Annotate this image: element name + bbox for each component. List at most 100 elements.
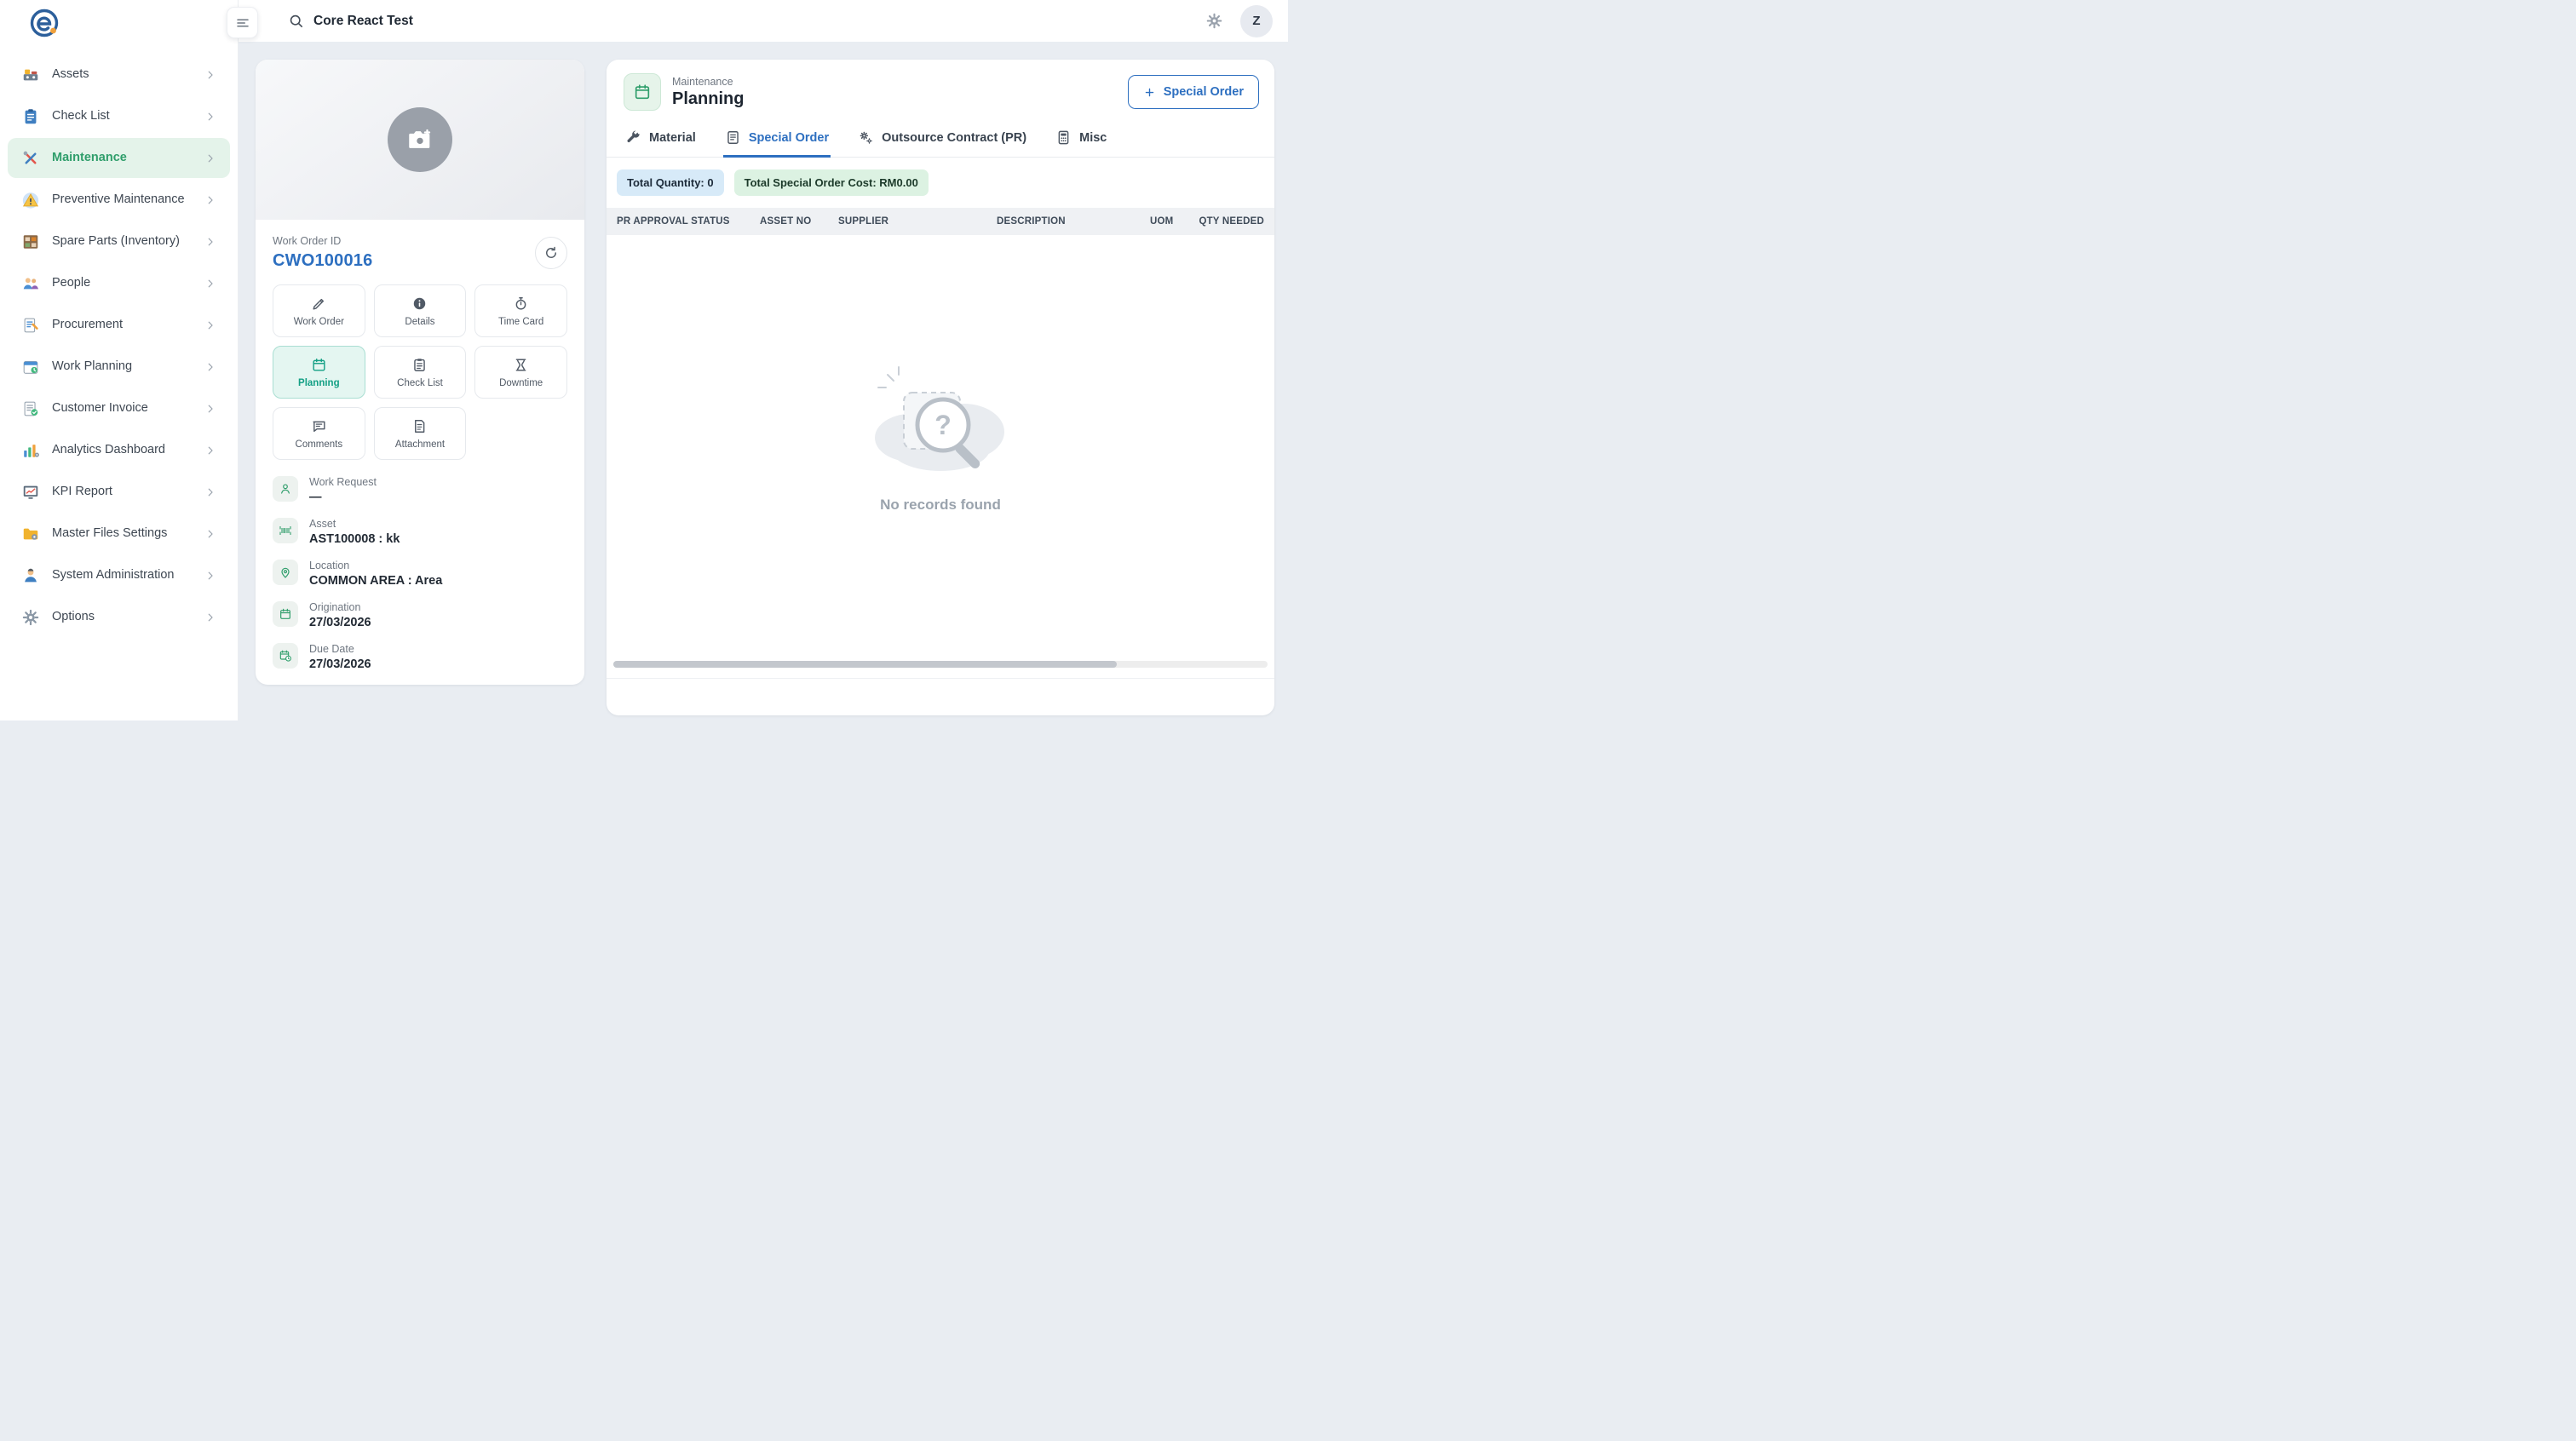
sidebar-item-spare-parts-inventory[interactable]: Spare Parts (Inventory): [8, 221, 230, 261]
spareparts-icon: [21, 233, 40, 251]
attachment-button[interactable]: Attachment: [374, 407, 467, 460]
masterfiles-icon: [21, 525, 40, 543]
app-logo[interactable]: [0, 0, 238, 46]
sidebar-item-system-administration[interactable]: System Administration: [8, 555, 230, 595]
admin-icon: [21, 566, 40, 585]
sidebar-item-preventive-maintenance[interactable]: Preventive Maintenance: [8, 180, 230, 220]
chevron-right-icon: [204, 319, 216, 331]
sidebar-item-kpi-report[interactable]: KPI Report: [8, 472, 230, 512]
chevron-right-icon: [204, 236, 216, 248]
sidebar-collapse-button[interactable]: [227, 7, 258, 38]
sidebar-item-maintenance[interactable]: Maintenance: [8, 138, 230, 178]
sidebar-item-check-list[interactable]: Check List: [8, 96, 230, 136]
global-search[interactable]: Core React Test: [288, 13, 1199, 29]
tab-special-order[interactable]: Special Order: [723, 121, 831, 158]
topbar: Core React Test Z: [239, 0, 1288, 42]
sidebar-item-people[interactable]: People: [8, 263, 230, 303]
add-special-order-label: Special Order: [1164, 85, 1244, 99]
sidebar-item-label: KPI Report: [52, 485, 193, 499]
tab-label: Misc: [1079, 131, 1107, 145]
summary-badge: Total Quantity: 0: [617, 169, 724, 196]
maintenance-icon: [21, 149, 40, 168]
chevron-right-icon: [204, 278, 216, 290]
chevron-right-icon: [204, 194, 216, 206]
comments-button[interactable]: Comments: [273, 407, 365, 460]
panel-header: Maintenance Planning Special Order: [607, 60, 1274, 121]
chevron-right-icon: [204, 570, 216, 582]
add-photo-button[interactable]: [388, 107, 452, 172]
chevron-right-icon: [204, 152, 216, 164]
tab-label: Material: [649, 131, 696, 145]
downtime-button[interactable]: Downtime: [474, 346, 567, 399]
planning-button[interactable]: Planning: [273, 346, 365, 399]
sidebar-item-procurement[interactable]: Procurement: [8, 305, 230, 345]
time-card-button[interactable]: Time Card: [474, 284, 567, 337]
tile-label: Comments: [296, 439, 343, 450]
sidebar-item-assets[interactable]: Assets: [8, 55, 230, 95]
sidebar-item-options[interactable]: Options: [8, 597, 230, 637]
work-order-actions: Work Order Details Time Card Planning Check …: [273, 284, 567, 460]
settings-button[interactable]: [1199, 7, 1228, 36]
assets-icon: [21, 66, 40, 84]
add-special-order-button[interactable]: Special Order: [1128, 75, 1259, 109]
summary-badges: Total Quantity: 0 Total Special Order Cos…: [607, 158, 1274, 204]
summary-badge: Total Special Order Cost: RM0.00: [734, 169, 929, 196]
sidebar: Assets Check List Maintenance Preventive Ma…: [0, 0, 239, 720]
workplanning-icon: [21, 358, 40, 376]
details-icon: [411, 296, 428, 312]
detail-location: LocationCOMMON AREA : Area: [273, 560, 567, 588]
check-list-button[interactable]: Check List: [374, 346, 467, 399]
work-order-icon: [311, 296, 327, 312]
tile-label: Check List: [397, 378, 443, 388]
person-icon: [279, 482, 292, 496]
chevron-right-icon: [204, 111, 216, 123]
details-button[interactable]: Details: [374, 284, 467, 337]
tab-material[interactable]: Material: [624, 121, 698, 158]
barcode-icon: [273, 518, 298, 543]
chevron-right-icon: [204, 528, 216, 540]
search-icon: [288, 13, 304, 29]
tile-label: Time Card: [498, 317, 543, 327]
sidebar-item-work-planning[interactable]: Work Planning: [8, 347, 230, 387]
column-header-supplier: SUPPLIER: [838, 216, 997, 227]
column-header-asset-no: ASSET NO: [760, 216, 838, 227]
column-header-uom: UOM: [1150, 216, 1191, 227]
sidebar-item-customer-invoice[interactable]: Customer Invoice: [8, 388, 230, 428]
avatar[interactable]: Z: [1240, 5, 1273, 37]
sidebar-item-label: Preventive Maintenance: [52, 192, 193, 207]
calendar-icon: [279, 607, 292, 621]
table-header: PR APPROVAL STATUSASSET NOSUPPLIERDESCRI…: [607, 208, 1274, 235]
horizontal-scrollbar[interactable]: [613, 661, 1268, 668]
tab-misc[interactable]: Misc: [1054, 121, 1108, 158]
breadcrumb: Maintenance: [672, 76, 744, 88]
tile-label: Details: [405, 317, 434, 327]
tile-label: Planning: [298, 378, 340, 388]
work-order-id-label: Work Order ID: [273, 235, 372, 247]
column-header-qty-needed: QTY NEEDED: [1191, 216, 1264, 227]
detail-value: AST100008 : kk: [309, 532, 400, 546]
sidebar-item-analytics-dashboard[interactable]: Analytics Dashboard: [8, 430, 230, 470]
detail-value: COMMON AREA : Area: [309, 574, 442, 588]
sidebar-item-master-files-settings[interactable]: Master Files Settings: [8, 514, 230, 554]
panel-footer: [607, 678, 1274, 715]
work-order-button[interactable]: Work Order: [273, 284, 365, 337]
sidebar-item-label: Check List: [52, 109, 193, 123]
column-header-pr-approval-status: PR APPROVAL STATUS: [617, 216, 760, 227]
detail-label: Asset: [309, 518, 400, 530]
refresh-button[interactable]: [535, 237, 567, 269]
pin-icon: [279, 565, 292, 579]
pin-icon: [273, 560, 298, 585]
sidebar-item-label: System Administration: [52, 568, 193, 583]
tabs: Material Special Order Outsource Contract …: [607, 121, 1274, 158]
calendar-icon: [273, 601, 298, 627]
attachment-icon: [411, 418, 428, 434]
sidebar-item-label: Assets: [52, 67, 193, 82]
sidebar-menu: Assets Check List Maintenance Preventive Ma…: [0, 46, 238, 646]
main-content: Work Order ID CWO100016 Work OrderDetail…: [239, 42, 1288, 720]
scrollbar-thumb[interactable]: [613, 661, 1117, 668]
chevron-right-icon: [204, 445, 216, 456]
chevron-right-icon: [204, 611, 216, 623]
detail-value: 27/03/2026: [309, 657, 371, 671]
tab-outsource-contract-pr[interactable]: Outsource Contract (PR): [856, 121, 1028, 158]
tile-label: Attachment: [395, 439, 445, 450]
